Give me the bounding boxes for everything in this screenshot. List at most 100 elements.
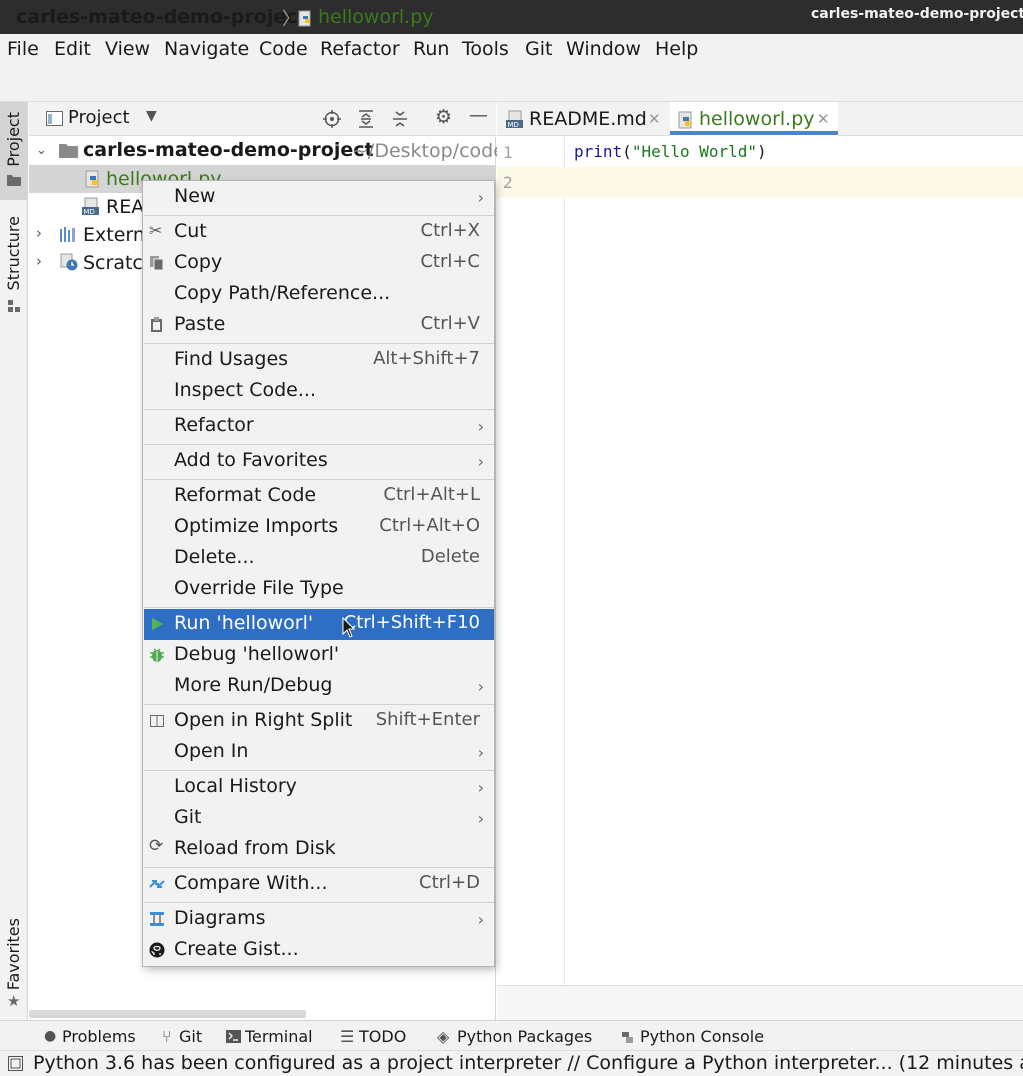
tree-external-libraries[interactable]: Extern (83, 224, 145, 246)
menu-item-delete[interactable]: Delete... Delete (144, 543, 494, 574)
menu-item-reformat-code[interactable]: Reformat Code Ctrl+Alt+L (144, 481, 494, 512)
markdown-file-icon: MD (506, 110, 523, 129)
menu-item-local-history[interactable]: Local History › (144, 772, 494, 803)
menu-item-paste[interactable]: Paste Ctrl+V (144, 310, 494, 341)
project-panel-title[interactable]: Project (68, 107, 130, 128)
menu-refactor[interactable]: Refactor (320, 38, 400, 60)
menu-separator (144, 444, 494, 445)
menu-item-copy-path[interactable]: Copy Path/Reference... (144, 279, 494, 310)
active-tab-indicator (670, 131, 838, 135)
side-tab-structure[interactable]: Structure (0, 212, 28, 312)
menu-separator (144, 215, 494, 216)
menu-code[interactable]: Code (259, 38, 308, 60)
scratches-icon (60, 253, 78, 271)
menu-item-create-gist[interactable]: Create Gist... (144, 935, 494, 966)
close-icon[interactable]: ✕ (648, 110, 661, 128)
side-tab-project[interactable]: Project (0, 102, 28, 200)
menu-separator (144, 902, 494, 903)
tool-python-console[interactable]: Python Console (640, 1027, 764, 1046)
submenu-arrow-icon: › (477, 677, 484, 696)
status-message[interactable]: Python 3.6 has been configured as a proj… (33, 1052, 1023, 1074)
menu-item-label: Override File Type (174, 577, 344, 599)
tool-window-toggle-icon[interactable] (8, 1056, 23, 1071)
menu-item-open-in[interactable]: Open In › (144, 737, 494, 768)
close-icon[interactable]: ✕ (817, 110, 830, 128)
menu-item-shortcut: Ctrl+X (420, 220, 480, 241)
locate-icon[interactable] (323, 110, 341, 128)
menu-item-copy[interactable]: Copy Ctrl+C (144, 248, 494, 279)
menu-separator (144, 770, 494, 771)
star-icon: ★ (7, 992, 21, 1010)
submenu-arrow-icon: › (477, 417, 484, 436)
diagram-icon (150, 912, 164, 926)
menu-item-shortcut: Ctrl+Alt+O (379, 515, 480, 536)
menu-item-label: More Run/Debug (174, 674, 333, 696)
expand-arrow-icon[interactable]: ⌄ (36, 143, 47, 158)
menu-item-run[interactable]: Run 'helloworl' Ctrl+Shift+F10 (144, 609, 494, 640)
menu-tools[interactable]: Tools (462, 38, 509, 60)
collapse-all-icon[interactable] (392, 110, 408, 128)
submenu-arrow-icon: › (477, 910, 484, 929)
breadcrumb-project[interactable]: carles-mateo-demo-project (16, 6, 307, 28)
menu-item-more-run-debug[interactable]: More Run/Debug › (144, 671, 494, 702)
menu-item-open-right-split[interactable]: Open in Right Split Shift+Enter (144, 706, 494, 737)
expand-all-icon[interactable] (358, 110, 374, 128)
collapse-arrow-icon[interactable]: › (36, 224, 42, 242)
submenu-arrow-icon: › (477, 809, 484, 828)
menu-item-label: Diagrams (174, 907, 266, 929)
tool-problems[interactable]: Problems (62, 1027, 136, 1046)
menu-item-label: Reformat Code (174, 484, 317, 506)
menu-help[interactable]: Help (655, 38, 698, 60)
menu-item-label: Optimize Imports (174, 515, 339, 537)
menu-item-add-to-favorites[interactable]: Add to Favorites › (144, 446, 494, 477)
tab-helloworl[interactable]: helloworl.py (699, 108, 815, 130)
menu-item-optimize-imports[interactable]: Optimize Imports Ctrl+Alt+O (144, 512, 494, 543)
menu-separator (144, 409, 494, 410)
menu-edit[interactable]: Edit (54, 38, 91, 60)
tree-root-project[interactable]: carles-mateo-demo-project (83, 139, 374, 161)
submenu-arrow-icon: › (477, 452, 484, 471)
menu-item-debug[interactable]: Debug 'helloworl' (144, 640, 494, 671)
tool-terminal[interactable]: Terminal (245, 1027, 313, 1046)
hide-panel-icon[interactable]: — (469, 104, 488, 126)
menu-item-label: Add to Favorites (174, 449, 328, 471)
markdown-file-icon: MD (82, 197, 99, 216)
menu-git[interactable]: Git (525, 38, 552, 60)
menu-view[interactable]: View (105, 38, 150, 60)
menu-item-cut[interactable]: ✂ Cut Ctrl+X (144, 217, 494, 248)
submenu-arrow-icon: › (477, 778, 484, 797)
menu-item-compare-with[interactable]: Compare With... Ctrl+D (144, 869, 494, 900)
menu-item-find-usages[interactable]: Find Usages Alt+Shift+7 (144, 345, 494, 376)
menu-item-shortcut: Delete (420, 546, 480, 567)
menu-item-refactor[interactable]: Refactor › (144, 411, 494, 442)
menu-item-label: Create Gist... (174, 938, 299, 960)
compare-arrows-icon (149, 880, 165, 888)
tool-python-packages[interactable]: Python Packages (457, 1027, 592, 1046)
horizontal-scrollbar[interactable] (29, 1010, 306, 1018)
menu-item-git[interactable]: Git › (144, 803, 494, 834)
side-tab-favorites[interactable]: Favorites ★ (0, 914, 28, 1014)
menu-item-new[interactable]: New › (144, 182, 494, 213)
menu-file[interactable]: File (7, 38, 39, 60)
menu-navigate[interactable]: Navigate (164, 38, 249, 60)
menu-run[interactable]: Run (413, 38, 449, 60)
structure-icon (8, 300, 20, 312)
breadcrumb-file[interactable]: helloworl.py (318, 6, 434, 28)
menu-item-diagrams[interactable]: Diagrams › (144, 904, 494, 935)
run-play-icon (152, 618, 163, 630)
menu-item-inspect-code[interactable]: Inspect Code... (144, 376, 494, 407)
tool-todo[interactable]: TODO (359, 1027, 406, 1046)
collapse-arrow-icon[interactable]: › (36, 252, 42, 270)
menu-item-override-file-type[interactable]: Override File Type (144, 574, 494, 605)
menu-item-label: Open in Right Split (174, 709, 353, 731)
tab-readme[interactable]: README.md (529, 108, 647, 130)
menu-window[interactable]: Window (566, 38, 641, 60)
view-dropdown-icon[interactable]: ▼ (146, 108, 157, 124)
navigation-bar (0, 66, 1023, 102)
tool-git[interactable]: Git (179, 1027, 202, 1046)
project-view-icon (46, 111, 63, 126)
settings-gear-icon[interactable]: ⚙ (435, 106, 452, 128)
menu-item-label: Git (174, 806, 202, 828)
code-line-1[interactable]: print("Hello World") (574, 142, 767, 161)
menu-item-reload-from-disk[interactable]: ⟳ Reload from Disk (144, 834, 494, 865)
